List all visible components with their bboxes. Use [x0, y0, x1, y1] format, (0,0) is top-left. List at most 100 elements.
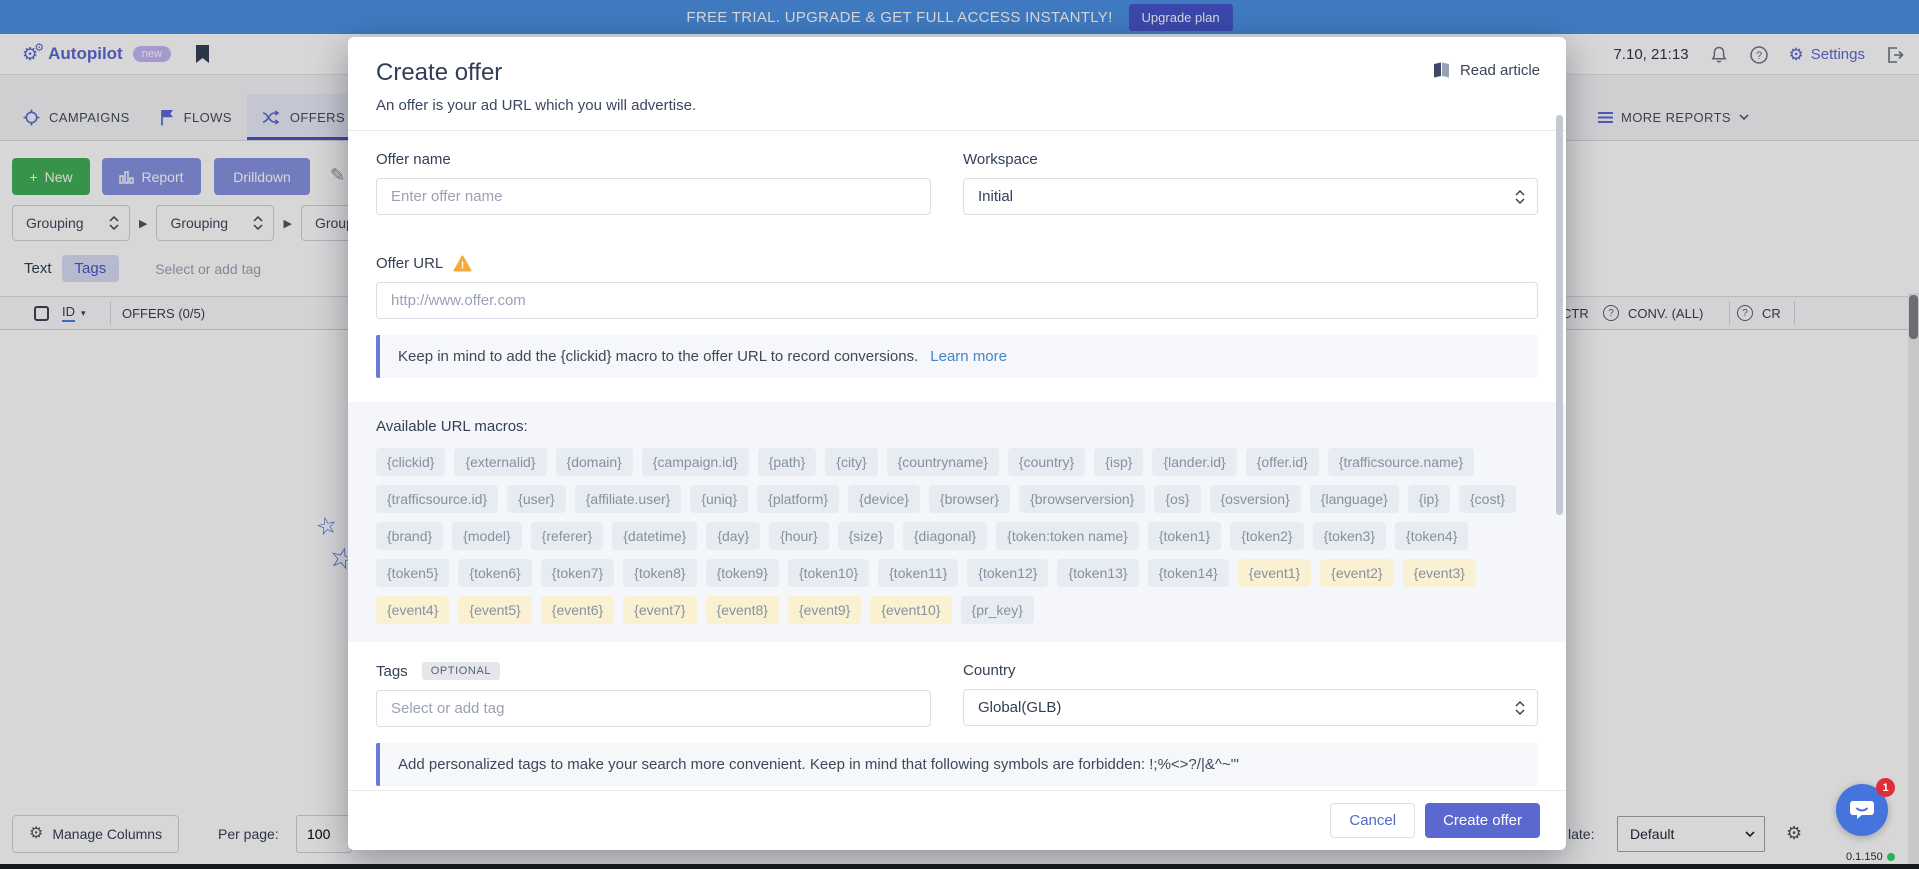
bottom-edge-strip — [0, 864, 1919, 869]
clickid-note: Keep in mind to add the {clickid} macro … — [376, 335, 1538, 378]
read-article-label: Read article — [1460, 62, 1540, 79]
chevrons-updown-icon — [1515, 190, 1525, 204]
country-label: Country — [963, 662, 1538, 679]
offer-url-input[interactable] — [376, 282, 1538, 319]
macro-chip[interactable]: {token2} — [1230, 522, 1303, 550]
macro-chip[interactable]: {campaign.id} — [642, 448, 749, 476]
macro-chip[interactable]: {offer.id} — [1246, 448, 1319, 476]
workspace-select[interactable]: Initial — [963, 178, 1538, 215]
version-text: 0.1.150 — [1846, 851, 1883, 863]
macro-chip[interactable]: {referer} — [531, 522, 604, 550]
create-offer-button[interactable]: Create offer — [1425, 803, 1540, 838]
macro-chip[interactable]: {event10} — [870, 596, 951, 624]
macro-chip[interactable]: {token13} — [1057, 559, 1138, 587]
workspace-select-value: Initial — [978, 188, 1013, 205]
workspace-label: Workspace — [963, 151, 1538, 168]
macro-chip[interactable]: {token9} — [706, 559, 779, 587]
macro-chip[interactable]: {size} — [838, 522, 894, 550]
tags-input[interactable] — [376, 690, 931, 727]
macro-chip[interactable]: {token8} — [623, 559, 696, 587]
book-icon — [1432, 61, 1451, 79]
macro-chip[interactable]: {city} — [825, 448, 877, 476]
svg-text:!: ! — [461, 261, 464, 272]
cancel-button[interactable]: Cancel — [1330, 803, 1415, 838]
learn-more-link[interactable]: Learn more — [930, 348, 1007, 365]
macro-chip[interactable]: {token14} — [1148, 559, 1229, 587]
status-dot — [1887, 853, 1895, 861]
macro-chip[interactable]: {externalid} — [454, 448, 546, 476]
macro-chip[interactable]: {path} — [758, 448, 817, 476]
macro-chip[interactable]: {datetime} — [612, 522, 697, 550]
macro-chip[interactable]: {language} — [1310, 485, 1399, 513]
macro-chip[interactable]: {token1} — [1148, 522, 1221, 550]
macro-chip[interactable]: {affiliate.user} — [575, 485, 682, 513]
macro-chip[interactable]: {event8} — [706, 596, 779, 624]
modal-footer: Cancel Create offer — [348, 790, 1566, 850]
read-article-link[interactable]: Read article — [1432, 61, 1540, 79]
macro-chip[interactable]: {hour} — [769, 522, 828, 550]
macro-list: {clickid} {externalid} {domain} {campaign.i… — [376, 448, 1538, 624]
tags-label-row: Tags OPTIONAL — [376, 662, 931, 680]
macro-chip[interactable]: {event1} — [1238, 559, 1311, 587]
country-select[interactable]: Global(GLB) — [963, 689, 1538, 726]
macro-chip[interactable]: {brand} — [376, 522, 443, 550]
create-offer-modal: Create offer An offer is your ad URL whi… — [348, 37, 1566, 850]
macro-chip[interactable]: {event3} — [1403, 559, 1476, 587]
macro-chip[interactable]: {event9} — [788, 596, 861, 624]
macros-title: Available URL macros: — [376, 418, 1538, 435]
clickid-note-text: Keep in mind to add the {clickid} macro … — [398, 348, 918, 365]
macro-chip[interactable]: {country} — [1008, 448, 1085, 476]
macro-chip[interactable]: {day} — [706, 522, 760, 550]
macro-chip[interactable]: {lander.id} — [1152, 448, 1236, 476]
chat-bubble-icon — [1849, 798, 1875, 822]
macro-chip[interactable]: {token6} — [458, 559, 531, 587]
macro-chip[interactable]: {token4} — [1395, 522, 1468, 550]
macro-chip[interactable]: {user} — [507, 485, 566, 513]
macro-chip[interactable]: {ip} — [1408, 485, 1450, 513]
country-select-value: Global(GLB) — [978, 699, 1061, 716]
macro-chip[interactable]: {model} — [452, 522, 521, 550]
macro-chip[interactable]: {clickid} — [376, 448, 445, 476]
macro-chip[interactable]: {trafficsource.id} — [376, 485, 498, 513]
macros-section: Available URL macros: {clickid} {external… — [348, 402, 1566, 642]
modal-title: Create offer — [376, 59, 1538, 87]
macro-chip[interactable]: {token7} — [541, 559, 614, 587]
chat-notification-badge: 1 — [1876, 778, 1895, 797]
modal-scrollbar[interactable] — [1556, 115, 1563, 515]
macro-chip[interactable]: {token10} — [788, 559, 869, 587]
macro-chip[interactable]: {osversion} — [1210, 485, 1301, 513]
macro-chip[interactable]: {trafficsource.name} — [1328, 448, 1474, 476]
macro-chip[interactable]: {platform} — [757, 485, 839, 513]
macro-chip[interactable]: {isp} — [1094, 448, 1143, 476]
macro-chip[interactable]: {token12} — [967, 559, 1048, 587]
tags-label: Tags — [376, 663, 408, 680]
macro-chip[interactable]: {event6} — [541, 596, 614, 624]
tags-note-text: Add personalized tags to make your searc… — [398, 756, 1239, 773]
warning-icon: ! — [453, 255, 472, 272]
offer-url-label: Offer URL — [376, 255, 443, 272]
macro-chip[interactable]: {token11} — [878, 559, 958, 587]
macro-chip[interactable]: {cost} — [1459, 485, 1516, 513]
macro-chip[interactable]: {browser} — [929, 485, 1010, 513]
macro-chip[interactable]: {token3} — [1313, 522, 1386, 550]
macro-chip[interactable]: {uniq} — [690, 485, 748, 513]
macro-chip[interactable]: {countryname} — [887, 448, 999, 476]
macro-chip[interactable]: {token:token name} — [996, 522, 1139, 550]
macro-chip[interactable]: {event7} — [623, 596, 696, 624]
macro-chip[interactable]: {diagonal} — [903, 522, 987, 550]
version-indicator: 0.1.150 — [1846, 851, 1895, 863]
macro-chip[interactable]: {domain} — [556, 448, 633, 476]
macro-chip[interactable]: {os} — [1154, 485, 1200, 513]
modal-header: Create offer An offer is your ad URL whi… — [348, 37, 1566, 131]
macro-chip[interactable]: {device} — [848, 485, 920, 513]
modal-body: Offer name Workspace Initial Offer URL — [348, 131, 1566, 850]
macro-chip[interactable]: {pr_key} — [961, 596, 1034, 624]
offer-name-label: Offer name — [376, 151, 931, 168]
macro-chip[interactable]: {browserversion} — [1019, 485, 1145, 513]
macro-chip[interactable]: {event2} — [1320, 559, 1393, 587]
offer-name-input[interactable] — [376, 178, 931, 215]
macro-chip[interactable]: {event4} — [376, 596, 449, 624]
macro-chip[interactable]: {token5} — [376, 559, 449, 587]
macro-chip[interactable]: {event5} — [458, 596, 531, 624]
offer-url-label-row: Offer URL ! — [376, 255, 1538, 272]
